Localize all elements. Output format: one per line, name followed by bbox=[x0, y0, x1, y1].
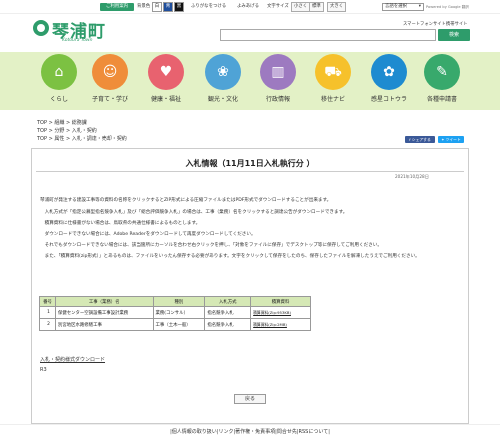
nav-item[interactable]: ⛟ 移住ナビ bbox=[310, 54, 356, 103]
color-blue-button[interactable]: 青 bbox=[163, 2, 173, 12]
breadcrumb-top-link[interactable]: TOP bbox=[37, 128, 47, 134]
twitter-tweet-label: ツイート bbox=[445, 137, 461, 142]
column-header-number: 番号 bbox=[39, 296, 56, 307]
table-row: 2 別宮地区水路修繕工事 工事（土木一般） 指名競争入札 積算資料(Zip:2M… bbox=[39, 318, 311, 331]
project-name-link[interactable]: 保健センター空調設備工事設計業務 bbox=[54, 306, 154, 319]
font-size-label: 文字サイズ bbox=[267, 4, 289, 9]
intro-paragraph: それでもダウンロードできない場合には、該当箇所にカーソルを合わせ右クリックを押し… bbox=[40, 243, 382, 248]
column-header-type: 種別 bbox=[152, 296, 206, 307]
color-black-button[interactable]: 黒 bbox=[174, 2, 184, 12]
publish-date: 2021年10月28日 bbox=[395, 174, 429, 179]
nav-item-label: 子育て・学び bbox=[91, 96, 128, 103]
utility-bar: ご利用案内 背景色 白 青 黒 ふりがなをつける よみあげる 文字サイズ 小さく… bbox=[0, 0, 500, 14]
chevron-down-icon: ▾ bbox=[418, 4, 421, 9]
column-header-documents: 積算資料 bbox=[250, 296, 311, 307]
bid-method: 指名競争入札 bbox=[204, 318, 252, 331]
child-icon: ☺ bbox=[92, 54, 128, 90]
breadcrumb-field: TOP > 分野 > 入札・契約 bbox=[37, 128, 97, 134]
breadcrumb-link[interactable]: 総務課 bbox=[72, 120, 87, 126]
nav-item[interactable]: ☺ 子育て・学び bbox=[87, 54, 133, 103]
nav-item[interactable]: ❀ 観光・文化 bbox=[200, 54, 246, 103]
column-header-name: 工事（業務）名 bbox=[54, 296, 154, 307]
town-logo-icon[interactable] bbox=[33, 20, 49, 36]
content-panel bbox=[31, 148, 469, 424]
globe-icon: ✿ bbox=[371, 54, 407, 90]
nav-item-label: 移住ナビ bbox=[320, 96, 345, 103]
powered-by-google: Powered by Google 翻訳 bbox=[426, 5, 469, 9]
row-number: 2 bbox=[39, 318, 56, 331]
breadcrumb-attribute: TOP > 属性 > 入札・調達・売却・契約 bbox=[37, 136, 127, 142]
nav-item[interactable]: ✿ 感星コトウラ bbox=[366, 54, 412, 103]
document-icon: ✎ bbox=[424, 54, 460, 90]
column-header-method: 入札方式 bbox=[204, 296, 252, 307]
site-logo-sub: Kotoura Town bbox=[62, 38, 93, 43]
breadcrumb-organization: TOP > 組織 > 総務課 bbox=[37, 120, 87, 126]
font-small-button[interactable]: 小さく bbox=[291, 2, 311, 12]
breadcrumb-link[interactable]: 入札・調達・売却・契約 bbox=[72, 136, 127, 142]
readaloud-link[interactable]: よみあげる bbox=[237, 3, 259, 11]
leaf-icon: ❀ bbox=[205, 54, 241, 90]
house-icon: ⌂ bbox=[41, 54, 77, 90]
breadcrumb-link[interactable]: 組織 bbox=[54, 120, 64, 126]
search-button[interactable]: 検索 bbox=[438, 29, 470, 41]
breadcrumb-top-link[interactable]: TOP bbox=[37, 120, 47, 126]
nav-item-label: 感星コトウラ bbox=[370, 96, 407, 103]
breadcrumb-top-link[interactable]: TOP bbox=[37, 136, 47, 142]
mobile-site-link[interactable]: 携帯サイト bbox=[446, 21, 467, 27]
truck-icon: ⛟ bbox=[315, 54, 351, 90]
heart-hands-icon: ♥ bbox=[148, 54, 184, 90]
nav-item-label: 行政情報 bbox=[265, 96, 290, 103]
language-select[interactable]: 言語を選択 ▾ bbox=[382, 3, 424, 11]
facebook-share-button[interactable]: f シェアする bbox=[405, 136, 435, 143]
contract-forms-download-link[interactable]: 入札・契約様式ダウンロード bbox=[40, 356, 105, 363]
site-footer: |個人情報の取り扱い|リンク|著作権・免責事項|問合せ先|RSSについて| bbox=[0, 424, 500, 437]
language-select-value: 言語を選択 bbox=[385, 4, 407, 9]
estimate-document-link[interactable]: 積算資料(Zip:953KB) bbox=[250, 306, 311, 319]
intro-paragraph: また、「積算資料(zip形式）」とあるものは、ファイルをいったん保存する必要があ… bbox=[40, 254, 420, 259]
nav-item-label: 各種申請書 bbox=[426, 96, 457, 103]
background-color-label: 背景色 bbox=[137, 4, 151, 9]
row-number: 1 bbox=[39, 306, 56, 319]
twitter-tweet-button[interactable]: ✦ ツイート bbox=[438, 136, 464, 143]
project-type: 工事（土木一般） bbox=[152, 318, 206, 331]
building-icon: ▥ bbox=[260, 54, 296, 90]
nav-item[interactable]: ⌂ くらし bbox=[36, 54, 82, 103]
nav-item[interactable]: ♥ 健康・福祉 bbox=[143, 54, 189, 103]
project-name-link[interactable]: 別宮地区水路修繕工事 bbox=[54, 318, 154, 331]
smartphone-site-link[interactable]: スマートフォンサイト bbox=[403, 21, 446, 27]
font-large-button[interactable]: 大きく bbox=[327, 2, 347, 12]
nav-item[interactable]: ▥ 行政情報 bbox=[255, 54, 301, 103]
guide-button[interactable]: ご利用案内 bbox=[100, 3, 134, 11]
intro-paragraph: ダウンロードできない場合には、Adobe Readerをダウンロードして再度ダウ… bbox=[40, 232, 256, 237]
estimate-document-link[interactable]: 積算資料(Zip:2MB) bbox=[250, 318, 311, 331]
fiscal-code: R3 bbox=[40, 367, 47, 373]
title-divider bbox=[36, 171, 464, 172]
table-row: 1 保健センター空調設備工事設計業務 業務(コンサル） 指名競争入札 積算資料(… bbox=[39, 306, 311, 319]
project-type: 業務(コンサル） bbox=[152, 306, 206, 319]
footer-links[interactable]: |個人情報の取り扱い|リンク|著作権・免責事項|問合せ先|RSSについて| bbox=[0, 428, 500, 435]
bid-method: 指名競争入札 bbox=[204, 306, 252, 319]
nav-item-label: くらし bbox=[49, 96, 68, 103]
back-button[interactable]: 戻る bbox=[234, 394, 266, 404]
color-white-button[interactable]: 白 bbox=[152, 2, 162, 12]
search-input[interactable] bbox=[220, 29, 436, 41]
nav-item-label: 健康・福祉 bbox=[150, 96, 181, 103]
bid-table: 番号 工事（業務）名 種別 入札方式 積算資料 1 保健センター空調設備工事設計… bbox=[39, 296, 311, 331]
facebook-share-label: シェアする bbox=[411, 137, 431, 142]
breadcrumb-link[interactable]: 属性 bbox=[54, 136, 64, 142]
nav-item[interactable]: ✎ 各種申請書 bbox=[419, 54, 465, 103]
page-title: 入札情報（11月11日入札執行分 ） bbox=[185, 159, 315, 168]
intro-paragraph: 琴浦町が発注する建設工事等の資料の名称をクリックするとZIP形式による圧縮ファイ… bbox=[40, 198, 332, 203]
font-standard-button[interactable]: 標準 bbox=[309, 2, 324, 12]
breadcrumb-link[interactable]: 分野 bbox=[54, 128, 64, 134]
intro-paragraph: 入札方式が「指定公募型指名競争入札」及び「総合評価競争入札」の場合は、工事（業務… bbox=[40, 210, 348, 215]
furigana-link[interactable]: ふりがなをつける bbox=[191, 3, 226, 11]
breadcrumb-link[interactable]: 入札・契約 bbox=[72, 128, 97, 134]
table-header-row: 番号 工事（業務）名 種別 入札方式 積算資料 bbox=[39, 296, 311, 307]
intro-paragraph: 積算資料に仕様書がない場合は、鳥取県の共通仕様書によるものとします。 bbox=[40, 221, 201, 226]
nav-item-label: 観光・文化 bbox=[207, 96, 238, 103]
